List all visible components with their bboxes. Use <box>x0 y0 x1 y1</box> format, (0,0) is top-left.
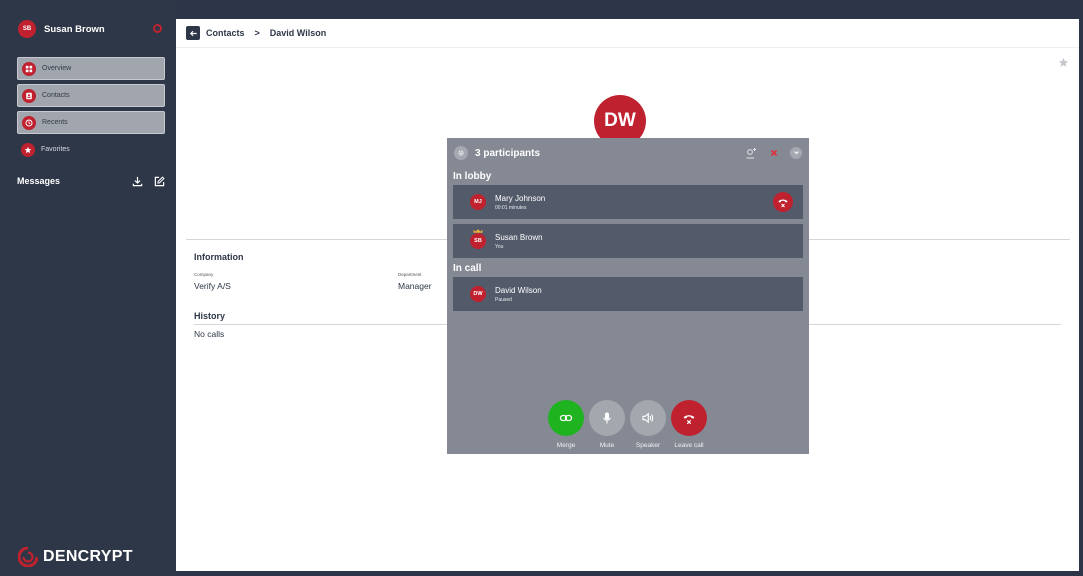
call-controls: Merge Mute Speaker Leave call <box>548 400 707 449</box>
arrow-left-icon <box>189 30 197 36</box>
speaker-icon <box>642 412 654 424</box>
in-call-heading: In call <box>453 263 482 274</box>
compose-icon[interactable] <box>153 175 165 187</box>
speaker-label: Speaker <box>635 442 661 449</box>
speaker-control: Speaker <box>630 400 666 449</box>
grid-icon <box>22 61 36 76</box>
sidebar-nav: Overview Contacts Recents Favorites <box>17 57 165 165</box>
star-icon <box>21 142 35 157</box>
breadcrumb-separator: > <box>254 28 260 38</box>
sidebar-item-label: Favorites <box>41 146 70 153</box>
participant-avatar: MJ <box>470 194 486 210</box>
back-button[interactable] <box>186 26 200 40</box>
participant-status: 00:01 minutes <box>495 204 527 211</box>
user-avatar: SB <box>18 20 36 38</box>
user-name: Susan Brown <box>44 23 105 35</box>
participant-initials: SB <box>474 238 482 244</box>
history-empty-text: No calls <box>194 329 225 339</box>
sidebar-item-label: Contacts <box>42 92 70 99</box>
participant-row[interactable]: DW David Wilson Paused <box>453 277 803 311</box>
contact-card-icon <box>22 88 36 103</box>
hangup-icon <box>683 415 695 425</box>
download-icon[interactable] <box>131 175 143 187</box>
close-icon[interactable] <box>767 146 780 159</box>
logo-mark-icon <box>18 547 38 567</box>
company-label: Company <box>194 272 214 277</box>
dencrypt-logo: DENCRYPT <box>18 547 133 567</box>
sidebar-item-label: Recents <box>42 119 68 126</box>
sidebar: SB Susan Brown Overview Contacts Recents <box>0 0 176 576</box>
lobby-heading: In lobby <box>453 171 492 182</box>
sidebar-item-contacts[interactable]: Contacts <box>17 84 165 107</box>
add-participant-icon[interactable] <box>744 146 757 159</box>
participant-row[interactable]: MJ Mary Johnson 00:01 minutes <box>453 185 803 219</box>
merge-label: Merge <box>556 442 576 449</box>
participant-status: Paused <box>495 296 512 303</box>
participant-avatar: DW <box>470 286 486 302</box>
history-heading: History <box>194 311 226 321</box>
sidebar-item-recents[interactable]: Recents <box>17 111 165 134</box>
department-value: Manager <box>398 281 432 291</box>
mute-control: Mute <box>589 400 625 449</box>
breadcrumb-parent[interactable]: Contacts <box>206 28 245 38</box>
participant-name: Susan Brown <box>495 232 543 242</box>
leave-call-button[interactable] <box>671 400 707 436</box>
speaker-button[interactable] <box>630 400 666 436</box>
mute-label: Mute <box>599 442 615 449</box>
crown-icon <box>473 229 483 233</box>
participant-name: David Wilson <box>495 285 542 295</box>
call-panel: 3 participants In lobby MJ Mary Johnson … <box>447 138 809 454</box>
mute-button[interactable] <box>589 400 625 436</box>
messages-title: Messages <box>17 176 61 186</box>
settings-gear-icon[interactable] <box>454 146 468 160</box>
leave-call-control: Leave call <box>671 400 707 449</box>
participant-name: Mary Johnson <box>495 193 546 203</box>
messages-header: Messages <box>17 175 165 187</box>
logo-text: DENCRYPT <box>43 548 133 565</box>
sidebar-item-overview[interactable]: Overview <box>17 57 165 80</box>
call-panel-actions <box>744 146 802 159</box>
participant-row[interactable]: SB Susan Brown You <box>453 224 803 258</box>
leave-call-label: Leave call <box>674 442 704 449</box>
company-value: Verify A/S <box>194 281 231 291</box>
link-icon <box>559 414 573 422</box>
participants-count: 3 participants <box>475 147 541 159</box>
participant-status: You <box>495 243 504 250</box>
remove-participant-button[interactable] <box>773 192 793 212</box>
sidebar-item-label: Overview <box>42 65 72 72</box>
clock-icon <box>22 115 36 130</box>
merge-control: Merge <box>548 400 584 449</box>
merge-button[interactable] <box>548 400 584 436</box>
sidebar-item-favorites[interactable]: Favorites <box>17 138 165 161</box>
chevron-down-icon[interactable] <box>790 146 802 159</box>
participant-avatar: SB <box>470 229 486 249</box>
information-heading: Information <box>194 252 244 262</box>
department-label: Department <box>398 272 422 277</box>
user-profile[interactable]: SB Susan Brown <box>18 20 105 38</box>
breadcrumb: Contacts > David Wilson <box>176 19 1079 48</box>
microphone-icon <box>603 412 611 424</box>
favorite-star-icon[interactable] <box>1058 57 1069 68</box>
status-indicator-icon[interactable] <box>153 24 162 33</box>
hangup-icon <box>778 199 788 208</box>
breadcrumb-current: David Wilson <box>269 28 327 38</box>
